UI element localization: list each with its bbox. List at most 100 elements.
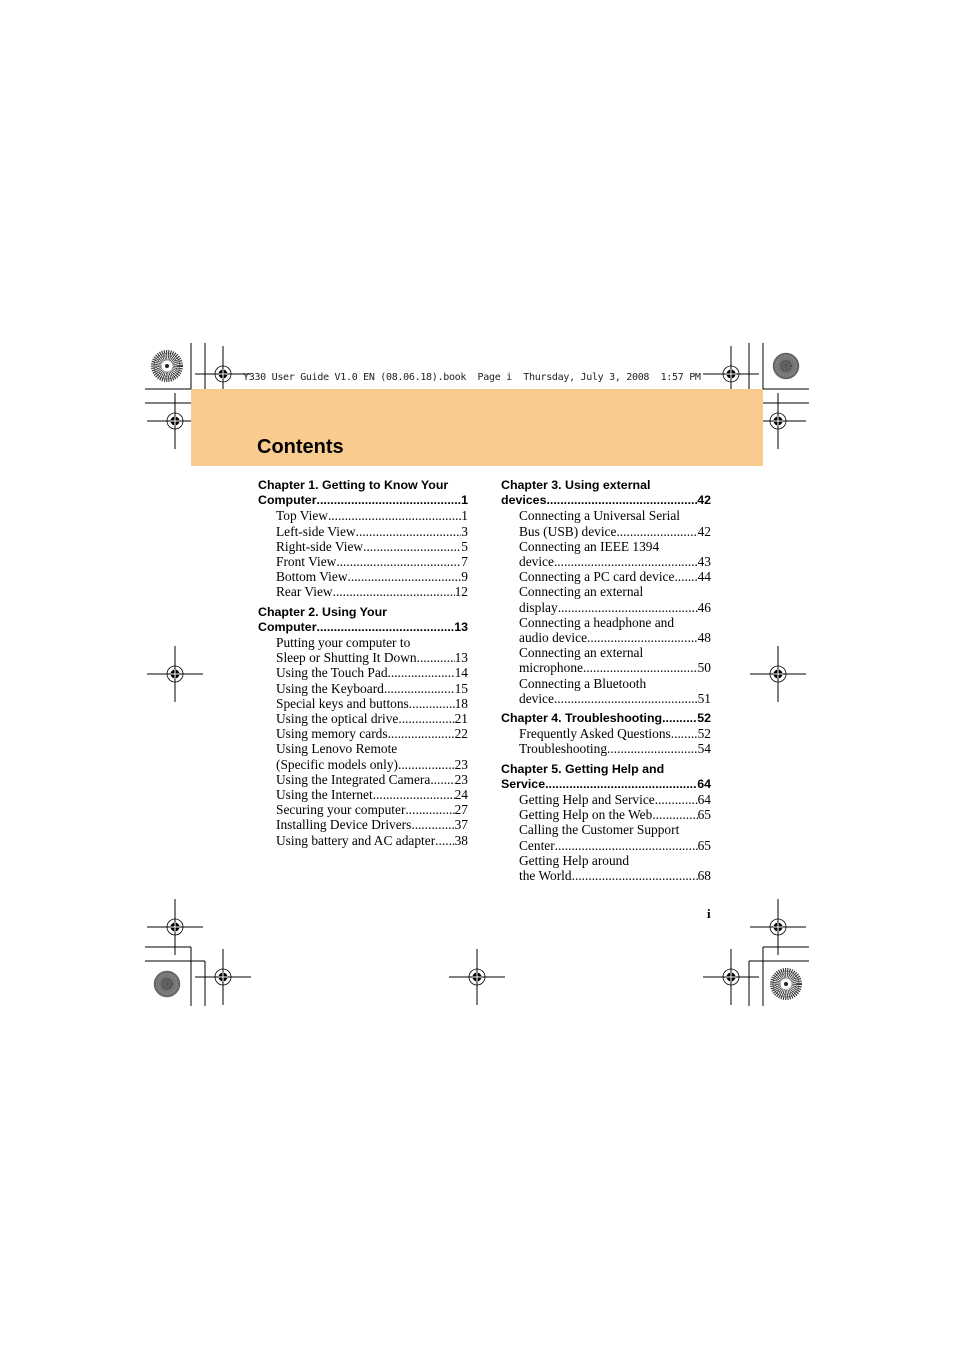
dot-leader <box>398 711 454 726</box>
chapter-page-number: 13 <box>454 619 468 634</box>
section-entry-link[interactable]: Putting your computer to <box>258 635 468 650</box>
dot-leader <box>583 660 698 675</box>
section-entry-link[interactable]: Rear View 12 <box>258 584 468 599</box>
section-entry-link[interactable]: Troubleshooting 54 <box>501 741 711 756</box>
chapter-title[interactable]: Chapter 3. Using external <box>501 478 711 493</box>
chapter-entry-link[interactable]: Chapter 4. Troubleshooting 52 <box>501 711 711 726</box>
section-entry-link[interactable]: Using memory cards 22 <box>258 726 468 741</box>
toc-chapter: Chapter 4. Troubleshooting52Frequently A… <box>501 711 711 757</box>
section-entry-link[interactable]: (Specific models only) 23 <box>258 757 468 772</box>
section-title-text: Frequently Asked Questions <box>519 726 671 742</box>
section-entry-link[interactable]: Connecting a PC card device 44 <box>501 569 711 584</box>
section-page-number: 21 <box>454 711 468 727</box>
section-title-text: Putting your computer to <box>276 635 411 651</box>
section-entry-link[interactable]: Frequently Asked Questions 52 <box>501 726 711 741</box>
chapter-title[interactable]: Chapter 5. Getting Help and <box>501 762 711 777</box>
section-entry-link[interactable]: Bottom View 9 <box>258 569 468 584</box>
chapter-page-number: 52 <box>697 711 711 726</box>
section-title-text: Using the optical drive <box>276 711 399 727</box>
section-entry-link[interactable]: Connecting an external <box>501 645 711 660</box>
page-number: i <box>707 906 711 921</box>
section-entry-link[interactable]: Getting Help around <box>501 853 711 868</box>
section-title-text: (Specific models only) <box>276 756 398 772</box>
star-target-bottom-right <box>773 971 799 997</box>
section-entry-link[interactable]: display 46 <box>501 600 711 615</box>
section-title-text: Left-side View <box>276 523 356 539</box>
section-entry-link[interactable]: Front View 7 <box>258 554 468 569</box>
dot-leader <box>554 554 698 569</box>
dot-leader <box>616 524 697 539</box>
dot-leader <box>558 600 698 615</box>
section-entry-link[interactable]: Using battery and AC adapter 38 <box>258 833 468 848</box>
section-entry-link[interactable]: Connecting a Universal Serial <box>501 508 711 523</box>
section-title-text: Special keys and buttons <box>276 695 409 711</box>
dot-leader <box>555 838 698 853</box>
section-entry-link[interactable]: Connecting an external <box>501 584 711 599</box>
section-title-text: microphone <box>519 660 583 676</box>
dot-leader <box>662 711 697 726</box>
dot-leader <box>652 807 697 822</box>
section-entry-link[interactable]: Left-side View 3 <box>258 524 468 539</box>
section-entry-link[interactable]: Using the Keyboard 15 <box>258 681 468 696</box>
section-page-number: 3 <box>461 523 468 539</box>
toc-column-left: Chapter 1. Getting to Know YourComputer1… <box>258 478 468 853</box>
dot-leader <box>435 833 454 848</box>
section-title-text: Getting Help around <box>519 852 630 868</box>
section-entry-link[interactable]: Using the Touch Pad 14 <box>258 665 468 680</box>
section-page-number: 5 <box>461 538 468 554</box>
section-entry-link[interactable]: device 51 <box>501 691 711 706</box>
section-entry-link[interactable]: Top View 1 <box>258 508 468 523</box>
section-entry-link[interactable]: Connecting a headphone and <box>501 615 711 630</box>
chapter-entry-link[interactable]: Computer 1 <box>258 493 468 508</box>
section-title-text: Connecting a Bluetooth <box>519 675 647 691</box>
section-title-text: Bottom View <box>276 569 348 585</box>
section-title-text: device <box>519 554 554 570</box>
section-entry-link[interactable]: Using Lenovo Remote <box>258 741 468 756</box>
section-entry-link[interactable]: Connecting a Bluetooth <box>501 676 711 691</box>
section-entry-link[interactable]: Securing your computer 27 <box>258 802 468 817</box>
chapter-entry-link[interactable]: Computer 13 <box>258 620 468 635</box>
section-entry-link[interactable]: Calling the Customer Support <box>501 822 711 837</box>
toc-chapter: Chapter 3. Using externaldevices 42 Connec… <box>501 478 711 706</box>
section-entry-link[interactable]: Connecting an IEEE 1394 <box>501 539 711 554</box>
chapter-entry-link[interactable]: Service 64 <box>501 777 711 792</box>
chapter-title[interactable]: Chapter 2. Using Your <box>258 605 468 620</box>
chapter-entry-link[interactable]: devices 42 <box>501 493 711 508</box>
dot-leader <box>411 817 454 832</box>
section-entry-link[interactable]: microphone 50 <box>501 660 711 675</box>
dot-leader <box>674 569 697 584</box>
section-entry-link[interactable]: Using the Internet 24 <box>258 787 468 802</box>
section-page-number: 52 <box>697 726 711 742</box>
section-entry-link[interactable]: Using the optical drive 21 <box>258 711 468 726</box>
section-entry-link[interactable]: audio device 48 <box>501 630 711 645</box>
dot-leader <box>554 691 698 706</box>
dot-leader <box>384 681 455 696</box>
section-entry-link[interactable]: Sleep or Shutting It Down 13 <box>258 650 468 665</box>
section-entry-link[interactable]: Installing Device Drivers 37 <box>258 817 468 832</box>
section-title-text: Getting Help on the Web <box>519 807 653 823</box>
section-title-text: Top View <box>276 508 328 524</box>
section-title-text: Using the Keyboard <box>276 680 384 696</box>
section-page-number: 64 <box>697 792 711 808</box>
dot-leader <box>417 650 455 665</box>
section-entry-link[interactable]: Getting Help on the Web 65 <box>501 807 711 822</box>
section-title-text: Calling the Customer Support <box>519 822 680 838</box>
section-page-number: 14 <box>454 665 468 681</box>
toc-chapter: Chapter 1. Getting to Know YourComputer 1… <box>258 478 468 600</box>
section-entry-link[interactable]: Using the Integrated Camera 23 <box>258 772 468 787</box>
section-entry-link[interactable]: the World 68 <box>501 868 711 883</box>
section-title-text: Right-side View <box>276 538 364 554</box>
section-entry-link[interactable]: device 43 <box>501 554 711 569</box>
dot-leader <box>607 741 698 756</box>
section-entry-link[interactable]: Getting Help and Service 64 <box>501 792 711 807</box>
section-entry-link[interactable]: Right-side View 5 <box>258 539 468 554</box>
section-entry-link[interactable]: Center 65 <box>501 838 711 853</box>
section-title-text: Using battery and AC adapter <box>276 832 436 848</box>
chapter-title[interactable]: Chapter 1. Getting to Know Your <box>258 478 468 493</box>
section-title-text: display <box>519 599 558 615</box>
section-entry-link[interactable]: Bus (USB) device 42 <box>501 524 711 539</box>
dot-leader <box>405 802 454 817</box>
section-entry-link[interactable]: Special keys and buttons 18 <box>258 696 468 711</box>
chapter-title-text: devices <box>501 493 547 508</box>
section-page-number: 54 <box>697 741 711 757</box>
